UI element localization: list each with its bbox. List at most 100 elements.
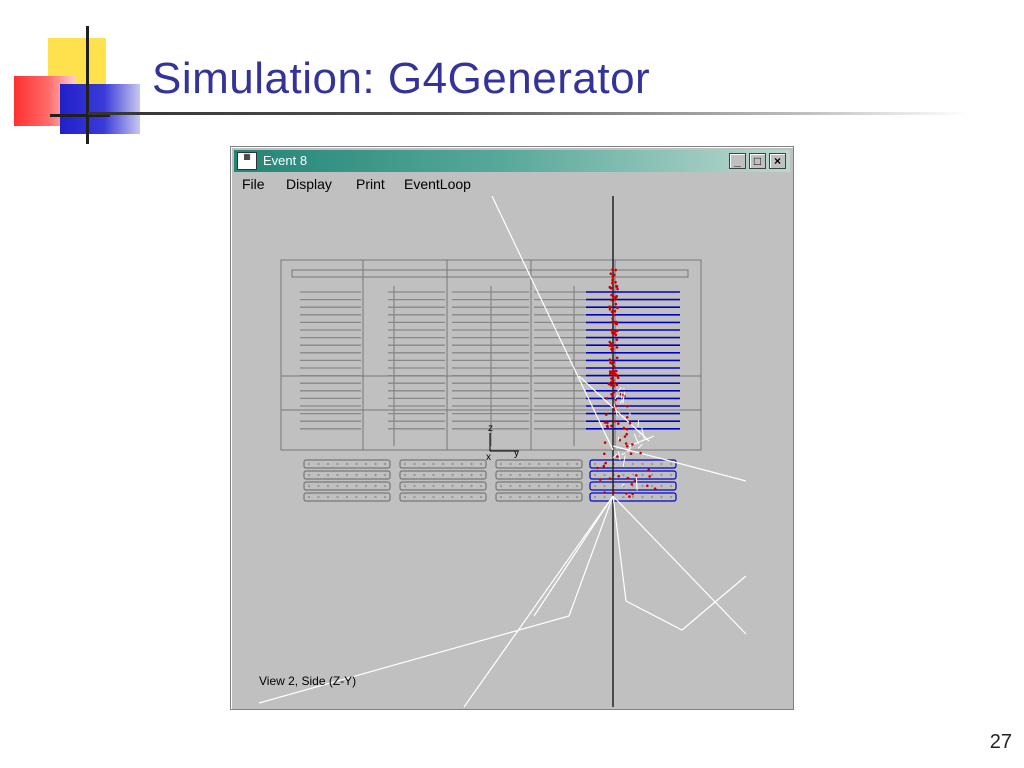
menu-bar: File Display Print EventLoop (234, 173, 790, 195)
calorimeter-crystal (660, 495, 663, 499)
maximize-button[interactable]: □ (749, 153, 766, 169)
calorimeter-crystal (364, 473, 368, 477)
shower-hit (605, 397, 608, 400)
shower-hit (612, 313, 616, 317)
calorimeter-crystal (413, 484, 416, 488)
shower-hit (607, 382, 611, 386)
event-display-canvas[interactable]: z x y View 2, Side (Z-Y) (234, 196, 790, 707)
calorimeter-crystal (499, 473, 503, 477)
calorimeter-crystal (422, 473, 426, 477)
calorimeter-crystal (566, 495, 569, 499)
calorimeter-crystal (326, 484, 330, 488)
shower-hit (611, 345, 614, 348)
shower-hit (609, 342, 613, 345)
menu-eventloop[interactable]: EventLoop (404, 176, 471, 192)
calorimeter-crystal (345, 495, 349, 499)
calorimeter-crystal (355, 484, 358, 488)
calorimeter-crystal (403, 473, 407, 477)
calorimeter-crystal (451, 462, 454, 466)
shower-hit (610, 320, 614, 324)
calorimeter-crystal (593, 462, 597, 466)
shower-hit (612, 365, 616, 368)
shower-hit (653, 487, 657, 491)
view-label: View 2, Side (Z-Y) (259, 674, 356, 688)
calorimeter-crystal (336, 462, 339, 466)
calorimeter-crystal (326, 495, 330, 499)
calorimeter-crystal (556, 462, 560, 466)
calorimeter-crystal (326, 473, 330, 477)
calorimeter-crystal (593, 495, 597, 499)
shower-hit (625, 445, 629, 448)
shower-hit (612, 491, 615, 494)
calorimeter-crystal (403, 495, 407, 499)
calorimeter-crystal (307, 495, 311, 499)
shower-hit (608, 370, 612, 373)
shower-hit (612, 373, 616, 377)
calorimeter-crystal (383, 495, 387, 499)
calorimeter-crystal (336, 484, 339, 488)
shower-hit (610, 424, 613, 428)
app-icon: ▦ (237, 152, 257, 170)
shower-hit (611, 278, 614, 282)
calorimeter-crystal (422, 462, 426, 466)
shower-hit (616, 306, 619, 310)
shower-hit (615, 346, 619, 349)
calorimeter-crystal (650, 484, 654, 488)
calorimeter-crystal (537, 495, 541, 499)
calorimeter-crystal (528, 473, 531, 477)
close-button[interactable]: × (769, 153, 786, 169)
calorimeter-crystal (593, 484, 597, 488)
calorimeter-crystal (317, 484, 320, 488)
shower-hit (612, 361, 615, 364)
calorimeter-crystal (460, 462, 464, 466)
shower-hit (610, 298, 613, 302)
calorimeter-crystal (547, 473, 550, 477)
calorimeter-crystal (509, 462, 512, 466)
shower-hit (615, 356, 619, 360)
shower-hit (617, 422, 620, 425)
calorimeter-crystal (631, 462, 635, 466)
shower-hit (609, 383, 613, 387)
shower-track (621, 452, 626, 456)
shower-hit (613, 309, 617, 313)
calorimeter-crystal (432, 495, 435, 499)
calorimeter-crystal (403, 484, 407, 488)
shower-hit (615, 383, 619, 387)
calorimeter-crystal (432, 484, 435, 488)
calorimeter-crystal (641, 473, 644, 477)
calorimeter-crystal (307, 462, 311, 466)
shower-hit (609, 272, 613, 275)
calorimeter-crystal (479, 495, 483, 499)
menu-print[interactable]: Print (356, 176, 385, 192)
shower-hit (602, 464, 606, 468)
shower-hit (625, 427, 629, 431)
calorimeter-crystal (537, 484, 541, 488)
minimize-button[interactable]: _ (729, 153, 746, 169)
shower-hit (615, 284, 618, 288)
calorimeter-crystal (374, 495, 377, 499)
menu-file[interactable]: File (242, 176, 265, 192)
shower-hit (603, 452, 606, 456)
shower-hit (613, 420, 617, 423)
shower-hit (612, 390, 616, 394)
shower-hit (625, 416, 629, 419)
shower-hit (596, 466, 599, 470)
shower-hit (647, 468, 650, 472)
calorimeter-crystal (470, 462, 473, 466)
calorimeter-crystal (307, 473, 311, 477)
axis-z-label: z (488, 423, 493, 434)
shower-hit (624, 442, 628, 445)
calorimeter-crystal (556, 495, 560, 499)
shower-hit (603, 441, 607, 444)
window-titlebar[interactable]: ▦ Event 8 _ □ × (234, 150, 790, 172)
calorimeter-crystal (603, 484, 606, 488)
menu-display[interactable]: Display (286, 176, 332, 192)
calorimeter-crystal (451, 484, 454, 488)
calorimeter-crystal (575, 484, 579, 488)
calorimeter-crystal (364, 484, 368, 488)
calorimeter-crystal (470, 484, 473, 488)
shower-hit (625, 432, 628, 436)
calorimeter-crystal (556, 484, 560, 488)
calorimeter-crystal (528, 484, 531, 488)
shower-hit (608, 358, 612, 361)
